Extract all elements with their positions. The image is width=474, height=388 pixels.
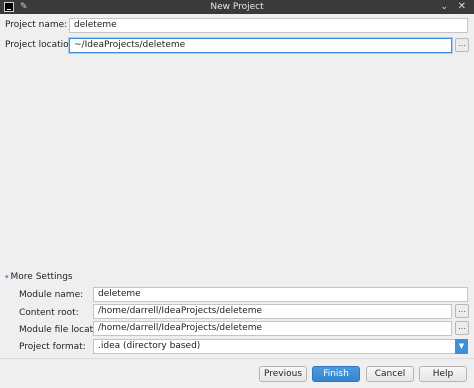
cancel-button[interactable]: Cancel <box>366 366 414 382</box>
button-bar-divider <box>0 358 474 359</box>
project-location-input[interactable]: ~/IdeaProjects/deleteme <box>69 38 452 53</box>
more-settings-toggle[interactable]: ▾ More Settings <box>5 272 73 282</box>
more-settings-label: More Settings <box>10 272 73 282</box>
close-icon[interactable]: ✕ <box>458 0 466 14</box>
previous-button[interactable]: Previous <box>259 366 307 382</box>
project-format-label: Project format: <box>19 342 86 352</box>
project-format-value: .idea (directory based) <box>98 341 201 351</box>
content-root-label: Content root: <box>19 308 79 318</box>
browse-content-root-button[interactable]: … <box>455 304 469 318</box>
project-name-input[interactable]: deleteme <box>69 18 468 33</box>
finish-button[interactable]: Finish <box>312 366 360 382</box>
content-root-input[interactable]: /home/darrell/IdeaProjects/deleteme <box>93 304 452 319</box>
dropdown-arrow-icon[interactable]: ▼ <box>455 339 468 354</box>
module-file-location-input[interactable]: /home/darrell/IdeaProjects/deleteme <box>93 321 452 336</box>
help-button[interactable]: Help <box>419 366 467 382</box>
module-name-input[interactable]: deleteme <box>93 287 468 302</box>
project-format-select[interactable]: .idea (directory based) ▼ <box>93 339 468 354</box>
chevron-down-icon[interactable]: ⌄ <box>440 0 448 14</box>
project-location-label: Project location: <box>5 40 78 50</box>
project-name-label: Project name: <box>5 20 68 30</box>
browse-location-button[interactable]: … <box>455 38 469 52</box>
triangle-down-icon: ▾ <box>5 273 9 281</box>
browse-module-file-button[interactable]: … <box>455 321 469 335</box>
title-bar: ✎ New Project ⌄ ✕ <box>0 0 474 14</box>
window-title: New Project <box>210 2 264 12</box>
module-name-label: Module name: <box>19 290 84 300</box>
